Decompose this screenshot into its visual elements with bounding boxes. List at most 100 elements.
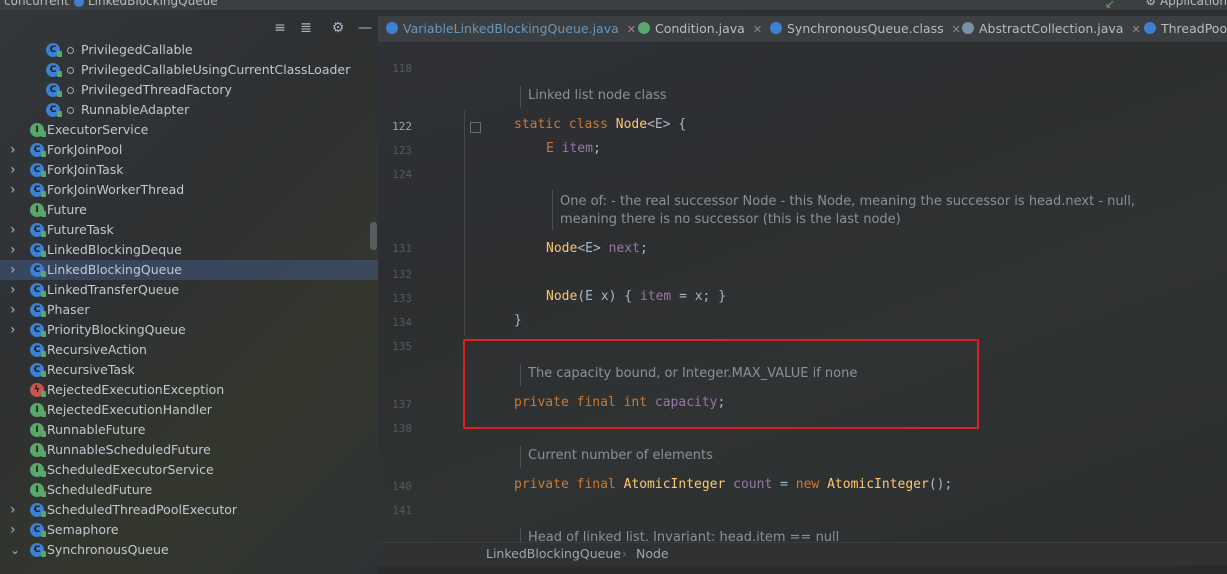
tree-item[interactable]: I ScheduledFuture	[0, 480, 378, 500]
chevron-right-icon[interactable]: ›	[10, 522, 20, 538]
tree-item[interactable]: › C LinkedBlockingQueue	[0, 260, 378, 280]
tree-item[interactable]: ϟ RejectedExecutionException	[0, 380, 378, 400]
tree-item-label: LinkedTransferQueue	[47, 282, 180, 297]
tree-item[interactable]: › C FutureTask	[0, 220, 378, 240]
run-configuration-selector[interactable]: ⚙ Application	[1145, 0, 1227, 8]
chevron-down-icon[interactable]: ⌄	[10, 542, 20, 558]
tree-item[interactable]: › C LinkedBlockingDeque	[0, 240, 378, 260]
chevron-right-icon[interactable]: ›	[10, 322, 20, 338]
run-configuration-label: Application	[1159, 0, 1227, 8]
tree-item-label: RunnableFuture	[47, 422, 146, 437]
code-line-constructor[interactable]: Node(E x) { item = x; }	[546, 289, 726, 304]
chevron-right-icon[interactable]: ›	[10, 242, 20, 258]
code-line-count[interactable]: private final AtomicInteger count = new …	[514, 477, 952, 492]
chevron-right-icon[interactable]: ›	[10, 222, 20, 238]
tree-item-label: Future	[47, 202, 87, 217]
hide-icon[interactable]: —	[355, 18, 375, 38]
statement: = x; }	[671, 289, 727, 304]
params: (E x) {	[577, 289, 640, 304]
tree-item-label: LinkedBlockingQueue	[47, 262, 182, 277]
tree-item[interactable]: › C ScheduledThreadPoolExecutor	[0, 500, 378, 520]
tree-item[interactable]: I ScheduledExecutorService	[0, 460, 378, 480]
public-modifier-icon	[41, 251, 46, 257]
editor-tab-label: VariableLinkedBlockingQueue.java	[403, 21, 619, 36]
line-number: 118	[392, 62, 412, 75]
editor-horizontal-scrollbar[interactable]	[378, 566, 1227, 574]
tree-item[interactable]: I Future	[0, 200, 378, 220]
fold-toggle-icon[interactable]	[470, 122, 481, 133]
expand-all-icon[interactable]: ≡	[270, 18, 290, 38]
line-number: 131	[392, 242, 412, 255]
editor-tab[interactable]: AbstractCollection.java ✕	[962, 16, 1141, 42]
tree-item[interactable]: › C ForkJoinWorkerThread	[0, 180, 378, 200]
tree-item-label: ForkJoinTask	[47, 162, 124, 177]
tree-item[interactable]: › C ForkJoinTask	[0, 160, 378, 180]
editor-tab[interactable]: VariableLinkedBlockingQueue.java ✕	[386, 16, 636, 42]
tree-item-label: ScheduledThreadPoolExecutor	[47, 502, 238, 517]
tree-item[interactable]: › C ForkJoinPool	[0, 140, 378, 160]
type-name: Node	[546, 241, 578, 256]
tree-item[interactable]: C PrivilegedCallableUsingCurrentClassLoad…	[0, 60, 378, 80]
tree-item[interactable]: I RunnableScheduledFuture	[0, 440, 378, 460]
close-icon[interactable]: ✕	[753, 23, 762, 36]
tree-item[interactable]: › C Phaser	[0, 300, 378, 320]
nav-crumb-package[interactable]: concurrent	[4, 0, 69, 8]
tree-item[interactable]: › C LinkedTransferQueue	[0, 280, 378, 300]
public-modifier-icon	[41, 351, 46, 357]
chevron-right-icon[interactable]: ›	[10, 302, 20, 318]
close-icon[interactable]: ✕	[1131, 23, 1140, 36]
type-name: AtomicInteger	[623, 477, 726, 492]
settings-gear-icon[interactable]: ⚙	[328, 18, 348, 38]
chevron-right-icon[interactable]: ›	[10, 182, 20, 198]
project-scrollbar[interactable]	[370, 222, 377, 250]
tree-item-label: RejectedExecutionException	[47, 382, 225, 397]
back-arrow-icon[interactable]: ↙	[1105, 0, 1115, 10]
breadcrumb-inner-class[interactable]: Node	[636, 546, 669, 561]
interface-icon	[638, 22, 650, 34]
line-number: 137	[392, 398, 412, 411]
chevron-right-icon[interactable]: ›	[10, 502, 20, 518]
editor-tab[interactable]: ThreadPoo	[1144, 16, 1227, 42]
code-line-item[interactable]: E item;	[546, 141, 601, 156]
nav-crumb-class-label: LinkedBlockingQueue	[88, 0, 218, 8]
navigation-bar: concurrent LinkedBlockingQueue ↙ ⚙ Appli…	[0, 0, 1227, 10]
public-modifier-icon	[41, 471, 46, 477]
tree-item[interactable]: ⌄ C SynchronousQueue	[0, 540, 378, 560]
editor-tab[interactable]: SynchronousQueue.class ✕	[770, 16, 961, 42]
tree-item-label: PriorityBlockingQueue	[47, 322, 186, 337]
close-icon[interactable]: ✕	[627, 23, 636, 36]
chevron-right-icon[interactable]: ›	[10, 282, 20, 298]
chevron-right-icon[interactable]: ›	[10, 262, 20, 278]
line-number: 141	[392, 504, 412, 517]
public-modifier-icon	[41, 131, 46, 137]
public-modifier-icon	[57, 71, 62, 77]
tree-item[interactable]: C PrivilegedCallable	[0, 40, 378, 60]
editor-tab[interactable]: Condition.java ✕	[638, 16, 762, 42]
tree-item[interactable]: I RejectedExecutionHandler	[0, 400, 378, 420]
collapse-all-icon[interactable]: ≣	[296, 18, 316, 38]
type-name: AtomicInteger	[827, 477, 929, 492]
code-line-next[interactable]: Node<E> next;	[546, 241, 648, 256]
line-number: 135	[392, 340, 412, 353]
tree-item[interactable]: C RecursiveAction	[0, 340, 378, 360]
breadcrumb-class[interactable]: LinkedBlockingQueue	[486, 546, 621, 561]
tree-item[interactable]: › C Semaphore	[0, 520, 378, 540]
chevron-right-icon[interactable]: ›	[10, 162, 20, 178]
public-modifier-icon	[41, 331, 46, 337]
tree-item[interactable]: C PrivilegedThreadFactory	[0, 80, 378, 100]
tree-item[interactable]: C RunnableAdapter	[0, 100, 378, 120]
chevron-right-icon[interactable]: ›	[10, 142, 20, 158]
code-line-node-decl[interactable]: static class Node<E> {	[514, 117, 686, 132]
public-modifier-icon	[41, 531, 46, 537]
tree-item[interactable]: C RecursiveTask	[0, 360, 378, 380]
tree-item[interactable]: I RunnableFuture	[0, 420, 378, 440]
close-icon[interactable]: ✕	[952, 23, 961, 36]
code-line-close-brace[interactable]: }	[514, 313, 522, 328]
tree-item[interactable]: I ExecutorService	[0, 120, 378, 140]
public-modifier-icon	[41, 431, 46, 437]
nav-crumb-class[interactable]: LinkedBlockingQueue	[70, 0, 218, 8]
type-name: E	[546, 141, 554, 156]
editor-tab-label: Condition.java	[655, 21, 745, 36]
tree-item[interactable]: › C PriorityBlockingQueue	[0, 320, 378, 340]
tree-item-label: ScheduledExecutorService	[47, 462, 214, 477]
